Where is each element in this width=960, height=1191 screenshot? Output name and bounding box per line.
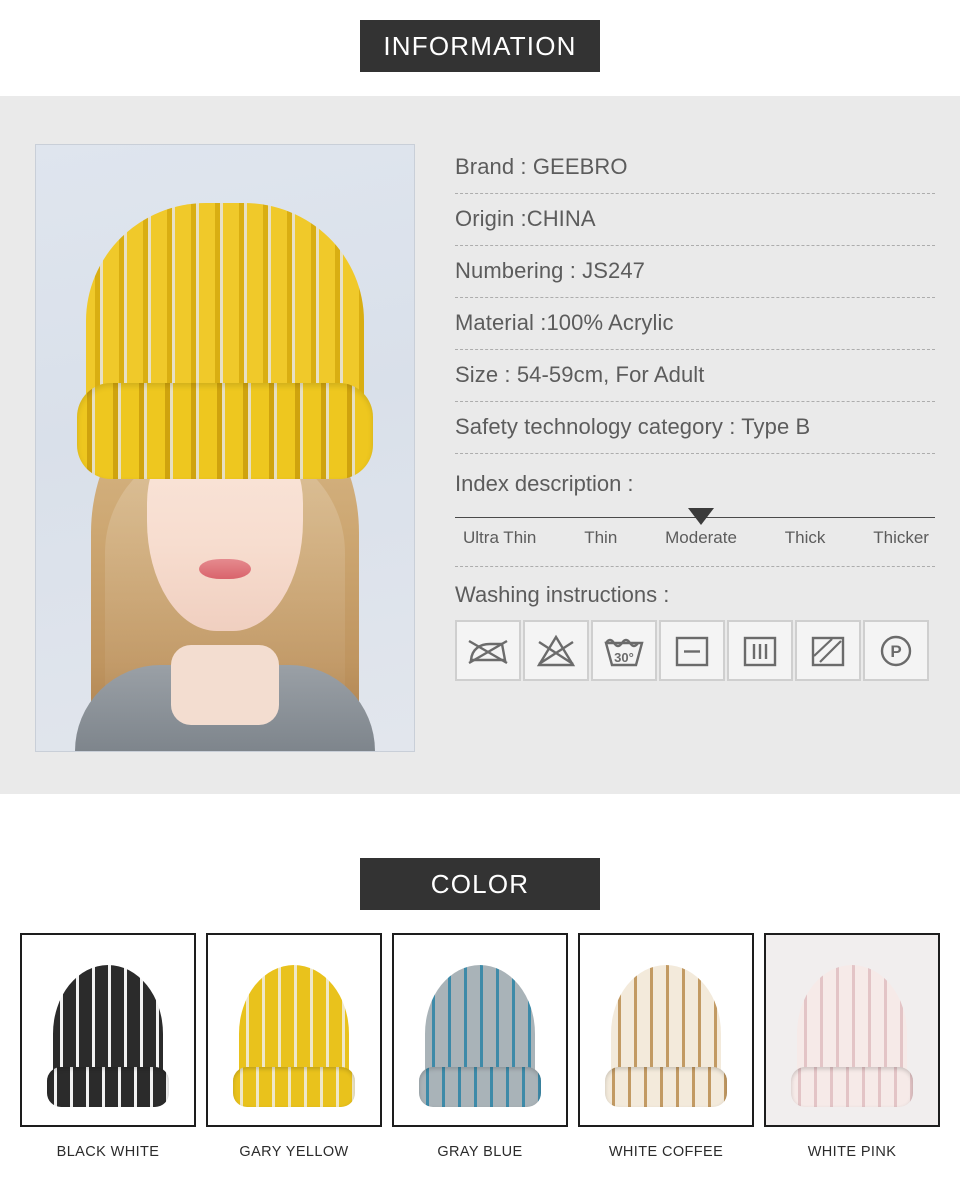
spec-origin: Origin :CHINA	[455, 194, 935, 246]
dry-in-shade-icon	[795, 620, 861, 681]
spec-safety: Safety technology category : Type B	[455, 402, 935, 454]
spec-material: Material :100% Acrylic	[455, 298, 935, 350]
index-description-title: Index description :	[455, 471, 634, 496]
wash-30-degrees-icon: 30°	[591, 620, 657, 681]
color-swatch-gary-yellow[interactable]: GARY YELLOW	[206, 933, 382, 1160]
beanie-brim	[47, 1067, 169, 1107]
dry-clean-letter: P	[890, 642, 901, 661]
product-information-panel: Brand : GEEBRO Origin :CHINA Numbering :…	[0, 96, 960, 794]
model-neck	[171, 645, 279, 725]
thickness-label-thick: Thick	[784, 528, 826, 547]
beanie-brim	[419, 1067, 541, 1107]
washing-instruction-icons: 30° P	[455, 620, 935, 681]
beanie-brim	[233, 1067, 355, 1107]
thickness-label-thicker: Thicker	[873, 528, 929, 547]
color-swatch-gray-blue[interactable]: GRAY BLUE	[392, 933, 568, 1160]
spec-size: Size : 54-59cm, For Adult	[455, 350, 935, 402]
thickness-scale-marker-icon	[688, 508, 715, 525]
swatch-image[interactable]	[20, 933, 196, 1127]
beanie-brim	[605, 1067, 727, 1107]
swatch-image[interactable]	[578, 933, 754, 1127]
information-banner: INFORMATION	[360, 20, 600, 72]
swatch-image[interactable]	[206, 933, 382, 1127]
drip-dry-icon	[727, 620, 793, 681]
specification-list: Brand : GEEBRO Origin :CHINA Numbering :…	[455, 144, 935, 681]
color-banner-wrap: COLOR	[0, 794, 960, 933]
thickness-label-thin: Thin	[584, 528, 618, 547]
beanie-crown	[611, 965, 721, 1077]
thickness-label-moderate: Moderate	[665, 528, 737, 547]
beanie-brim	[791, 1067, 913, 1107]
model-lips	[199, 559, 251, 579]
swatch-image[interactable]	[764, 933, 940, 1127]
thickness-scale-divider	[455, 566, 935, 567]
beanie-illustration	[47, 965, 169, 1107]
beanie-illustration	[233, 965, 355, 1107]
do-not-iron-icon	[455, 620, 521, 681]
swatch-image[interactable]	[392, 933, 568, 1127]
dry-flat-icon	[659, 620, 725, 681]
beanie-crown	[53, 965, 163, 1077]
swatch-label: GRAY BLUE	[437, 1144, 523, 1160]
color-swatch-white-coffee[interactable]: WHITE COFFEE	[578, 933, 754, 1160]
beanie-illustration	[419, 965, 541, 1107]
yellow-beanie-brim	[77, 383, 373, 479]
beanie-illustration	[791, 965, 913, 1107]
color-swatch-row: BLACK WHITE GARY YELLOW GRAY BLUE WHITE …	[0, 933, 960, 1160]
thickness-scale: Ultra Thin Thin Moderate Thick Thicker	[455, 506, 935, 567]
professional-dry-clean-p-icon: P	[863, 620, 929, 681]
color-swatch-black-white[interactable]: BLACK WHITE	[20, 933, 196, 1160]
wash-temperature-text: 30°	[614, 650, 634, 665]
swatch-label: GARY YELLOW	[239, 1144, 349, 1160]
beanie-illustration	[605, 965, 727, 1107]
do-not-bleach-icon	[523, 620, 589, 681]
color-banner: COLOR	[360, 858, 600, 910]
thickness-label-ultra-thin: Ultra Thin	[463, 528, 537, 547]
beanie-crown	[239, 965, 349, 1077]
information-banner-wrap: INFORMATION	[0, 0, 960, 96]
product-model-photo[interactable]	[35, 144, 415, 752]
washing-instructions-title: Washing instructions :	[455, 582, 670, 607]
color-swatch-white-pink[interactable]: WHITE PINK	[764, 933, 940, 1160]
spec-brand: Brand : GEEBRO	[455, 150, 935, 194]
beanie-crown	[797, 965, 907, 1077]
swatch-label: BLACK WHITE	[56, 1144, 160, 1160]
spec-numbering: Numbering : JS247	[455, 246, 935, 298]
swatch-label: WHITE COFFEE	[608, 1144, 724, 1160]
beanie-crown	[425, 965, 535, 1077]
swatch-label: WHITE PINK	[807, 1144, 897, 1160]
